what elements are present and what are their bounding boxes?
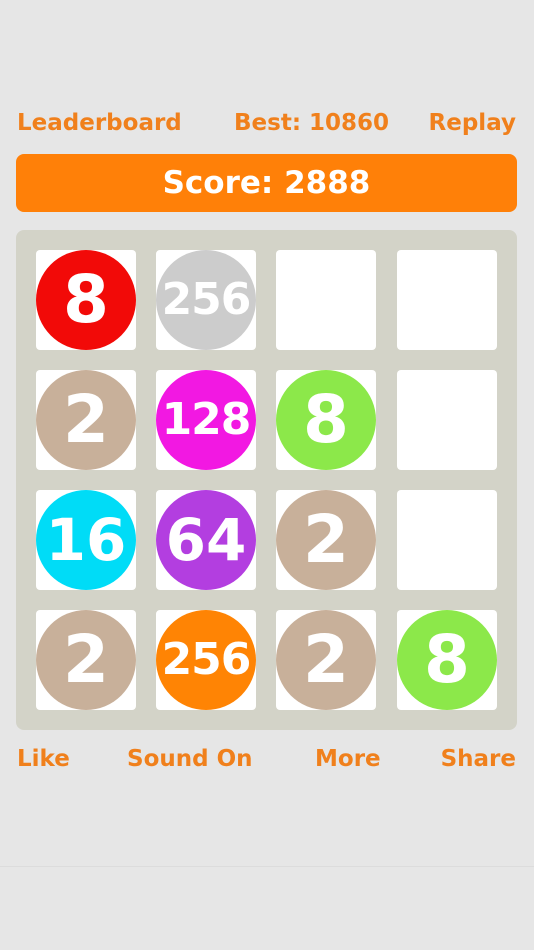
board-cell: 128 bbox=[156, 370, 256, 470]
leaderboard-button[interactable]: Leaderboard bbox=[17, 108, 182, 138]
board-cell: 16 bbox=[36, 490, 136, 590]
number-tile: 8 bbox=[397, 610, 497, 710]
board-cell: 64 bbox=[156, 490, 256, 590]
number-tile: 64 bbox=[156, 490, 256, 590]
number-tile: 2 bbox=[276, 610, 376, 710]
replay-button[interactable]: Replay bbox=[429, 108, 516, 138]
board-cell: 2 bbox=[36, 610, 136, 710]
sound-toggle-button[interactable]: Sound On bbox=[127, 743, 253, 775]
game-board[interactable]: 8 256 2 128 8 16 64 2 2 256 2 8 bbox=[16, 230, 517, 730]
divider bbox=[0, 866, 534, 867]
number-tile: 2 bbox=[276, 490, 376, 590]
board-cell bbox=[397, 490, 497, 590]
number-tile: 16 bbox=[36, 490, 136, 590]
more-button[interactable]: More bbox=[315, 743, 381, 775]
number-tile: 8 bbox=[36, 250, 136, 350]
board-cell: 8 bbox=[36, 250, 136, 350]
board-cell: 256 bbox=[156, 610, 256, 710]
board-cell: 8 bbox=[397, 610, 497, 710]
number-tile: 2 bbox=[36, 370, 136, 470]
number-tile: 2 bbox=[36, 610, 136, 710]
number-tile: 256 bbox=[156, 250, 256, 350]
board-cell bbox=[397, 250, 497, 350]
like-button[interactable]: Like bbox=[17, 743, 70, 775]
best-score: Best: 10860 bbox=[234, 110, 390, 136]
score-text: Score: 2888 bbox=[162, 165, 371, 201]
board-cell: 8 bbox=[276, 370, 376, 470]
score-bar: Score: 2888 bbox=[16, 154, 517, 212]
board-cell bbox=[397, 370, 497, 470]
number-tile: 256 bbox=[156, 610, 256, 710]
board-cell: 2 bbox=[36, 370, 136, 470]
board-cell: 256 bbox=[156, 250, 256, 350]
board-cell: 2 bbox=[276, 610, 376, 710]
share-button[interactable]: Share bbox=[441, 743, 516, 775]
board-cell: 2 bbox=[276, 490, 376, 590]
number-tile: 8 bbox=[276, 370, 376, 470]
number-tile: 128 bbox=[156, 370, 256, 470]
board-cell bbox=[276, 250, 376, 350]
